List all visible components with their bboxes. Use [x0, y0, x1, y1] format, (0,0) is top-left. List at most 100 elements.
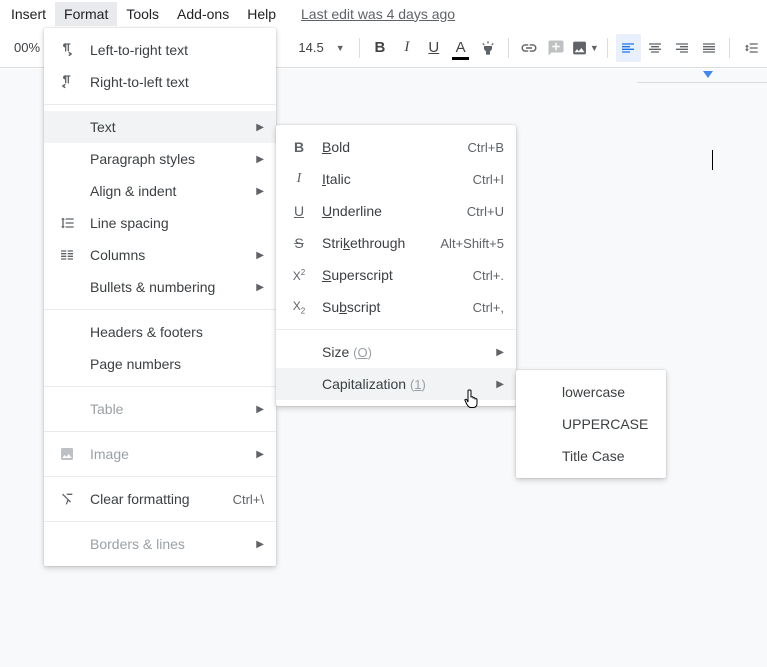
text-item-subscript[interactable]: X2SubscriptCtrl+, — [276, 291, 516, 323]
align-center-icon — [647, 40, 663, 56]
clear-icon — [56, 491, 78, 507]
text-item-strikethrough[interactable]: S StrikethroughAlt+Shift+5 — [276, 227, 516, 259]
submenu-arrow-icon: ▶ — [256, 449, 264, 460]
menu-item-label: Paragraph styles — [90, 151, 256, 167]
menu-item-label: Image — [90, 446, 256, 462]
align-left-button[interactable] — [616, 34, 641, 62]
text-item-bold[interactable]: B BoldCtrl+B — [276, 131, 516, 163]
highlight-button[interactable] — [475, 34, 500, 62]
menu-item-label: Headers & footers — [90, 324, 264, 340]
align-center-button[interactable] — [643, 34, 668, 62]
format-item-bullets-numbering[interactable]: Bullets & numbering▶ — [44, 271, 276, 303]
format-item-clear-formatting[interactable]: Clear formattingCtrl+\ — [44, 483, 276, 515]
menu-item-label: Text — [90, 119, 256, 135]
menu-item-label: Page numbers — [90, 356, 264, 372]
format-item-page-numbers[interactable]: Page numbers — [44, 348, 276, 380]
format-item-right-to-left-text[interactable]: Right-to-left text — [44, 66, 276, 98]
insert-link-button[interactable] — [517, 34, 542, 62]
linespacing-icon — [56, 215, 78, 231]
ruler — [637, 69, 767, 83]
bold-button[interactable]: B — [368, 34, 393, 62]
submenu-arrow-icon: ▶ — [256, 404, 264, 415]
menu-item-label: Superscript — [322, 267, 473, 283]
S-icon: S — [288, 235, 310, 251]
text-item-italic[interactable]: IItalicCtrl+I — [276, 163, 516, 195]
cap-item-lowercase[interactable]: lowercase — [516, 376, 666, 408]
submenu-arrow-icon: ▶ — [256, 154, 264, 165]
menu-item-label: Clear formatting — [90, 491, 233, 507]
B-icon: B — [288, 139, 310, 155]
shortcut-label: Ctrl+\ — [233, 492, 264, 507]
menu-item-label: Italic — [322, 171, 473, 187]
align-justify-icon — [701, 40, 717, 56]
menu-item-label: Line spacing — [90, 215, 264, 231]
shortcut-label: Alt+Shift+5 — [440, 236, 504, 251]
menubar: Insert Format Tools Add-ons Help Last ed… — [0, 0, 767, 28]
italic-button[interactable]: I — [394, 34, 419, 62]
menu-item-label: Title Case — [562, 448, 654, 464]
line-spacing-icon — [743, 40, 759, 56]
format-item-borders-lines[interactable]: Borders & lines▶ — [44, 528, 276, 560]
submenu-arrow-icon: ▶ — [256, 122, 264, 133]
cap-item-uppercase[interactable]: UPPERCASE — [516, 408, 666, 440]
shortcut-label: Ctrl+B — [468, 140, 504, 155]
menu-item-label: Capitalization (1) — [322, 376, 496, 392]
menu-item-label: Strikethrough — [322, 235, 440, 251]
text-item-underline[interactable]: UUnderlineCtrl+U — [276, 195, 516, 227]
menu-help[interactable]: Help — [238, 2, 285, 26]
format-item-align-indent[interactable]: Align & indent▶ — [44, 175, 276, 207]
last-edit-link[interactable]: Last edit was 4 days ago — [301, 6, 455, 22]
ltr-icon — [56, 42, 78, 58]
menu-item-label: Bold — [322, 139, 468, 155]
text-item-size[interactable]: Size (O)▶ — [276, 336, 516, 368]
shortcut-label: Ctrl+I — [473, 172, 504, 187]
x2-icon: X2 — [288, 299, 310, 315]
submenu-arrow-icon: ▶ — [496, 347, 504, 358]
menu-item-label: Columns — [90, 247, 256, 263]
submenu-arrow-icon: ▶ — [256, 539, 264, 550]
menu-addons[interactable]: Add-ons — [168, 2, 238, 26]
format-item-left-to-right-text[interactable]: Left-to-right text — [44, 34, 276, 66]
submenu-arrow-icon: ▶ — [256, 282, 264, 293]
menu-item-label: Left-to-right text — [90, 42, 264, 58]
format-item-columns[interactable]: Columns▶ — [44, 239, 276, 271]
format-item-paragraph-styles[interactable]: Paragraph styles▶ — [44, 143, 276, 175]
format-item-headers-footers[interactable]: Headers & footers — [44, 316, 276, 348]
text-color-button[interactable]: A — [448, 34, 473, 62]
line-spacing-button[interactable] — [738, 34, 763, 62]
align-justify-button[interactable] — [696, 34, 721, 62]
shortcut-label: Ctrl+. — [473, 268, 504, 283]
link-icon — [520, 39, 538, 57]
format-item-image[interactable]: Image▶ — [44, 438, 276, 470]
insert-image-button[interactable]: ▼ — [571, 34, 599, 62]
cap-item-title-case[interactable]: Title Case — [516, 440, 666, 472]
highlight-icon — [480, 40, 496, 56]
indent-marker[interactable] — [703, 71, 713, 78]
align-right-button[interactable] — [669, 34, 694, 62]
text-item-capitalization[interactable]: Capitalization (1)▶ — [276, 368, 516, 400]
menu-item-label: lowercase — [562, 384, 654, 400]
text-item-superscript[interactable]: X2 SuperscriptCtrl+. — [276, 259, 516, 291]
align-left-icon — [620, 40, 636, 56]
menu-item-label: Borders & lines — [90, 536, 256, 552]
columns-icon — [56, 247, 78, 263]
underline-button[interactable]: U — [421, 34, 446, 62]
menu-tools[interactable]: Tools — [117, 2, 168, 26]
menu-item-label: Right-to-left text — [90, 74, 264, 90]
format-item-text[interactable]: Text▶ — [44, 111, 276, 143]
image-icon — [56, 446, 78, 462]
align-right-icon — [674, 40, 690, 56]
menu-item-label: Underline — [322, 203, 467, 219]
comment-icon — [547, 39, 565, 57]
format-item-table[interactable]: Table▶ — [44, 393, 276, 425]
font-size-select[interactable]: 14.5▼ — [286, 38, 350, 57]
add-comment-button[interactable] — [544, 34, 569, 62]
menu-insert[interactable]: Insert — [2, 2, 55, 26]
menu-item-label: Bullets & numbering — [90, 279, 256, 295]
submenu-arrow-icon: ▶ — [496, 379, 504, 390]
menu-format[interactable]: Format — [55, 2, 117, 26]
X2-icon: X2 — [288, 268, 310, 283]
format-item-line-spacing[interactable]: Line spacing — [44, 207, 276, 239]
menu-item-label: Size (O) — [322, 344, 496, 360]
image-icon — [571, 39, 588, 57]
